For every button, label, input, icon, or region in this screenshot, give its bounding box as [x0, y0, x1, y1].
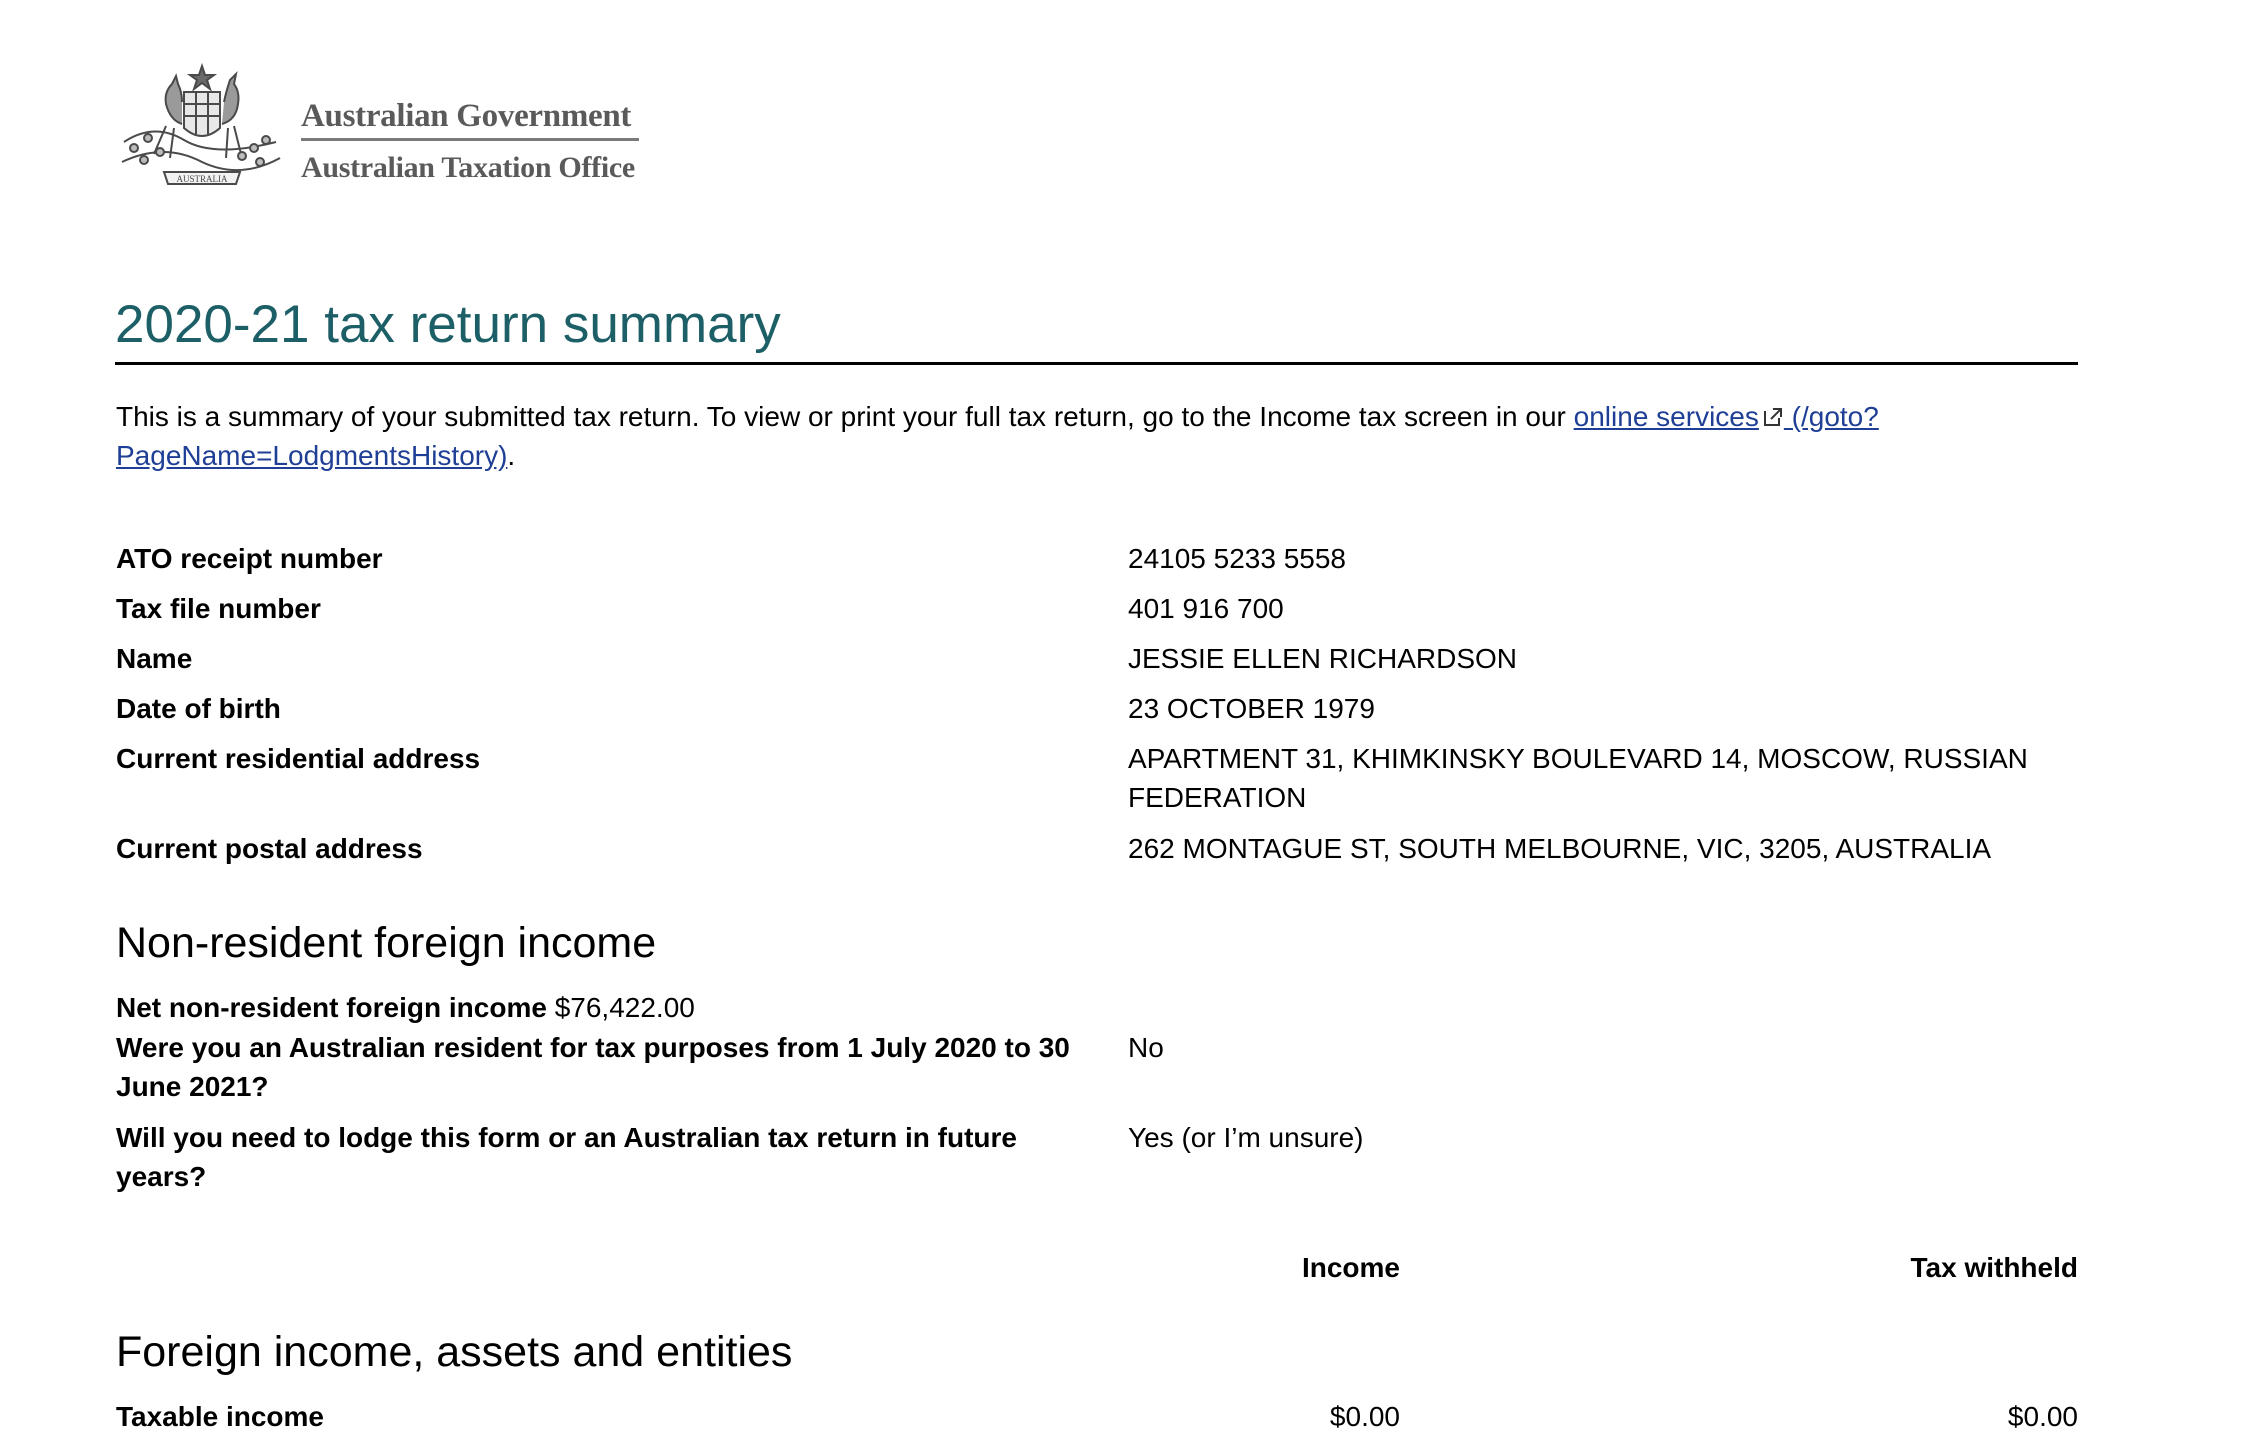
- dob-label: Date of birth: [116, 693, 281, 724]
- receipt-number-label: ATO receipt number: [116, 543, 383, 574]
- ato-logo: AUSTRALIA Australian Government Australi…: [114, 62, 644, 194]
- non-resident-heading: Non-resident foreign income: [116, 919, 657, 967]
- future-lodge-question-label: Will you need to lodge this form or an A…: [116, 1122, 1018, 1192]
- tax-return-summary-page: AUSTRALIA Australian Government Australi…: [0, 0, 2256, 1441]
- intro-paragraph: This is a summary of your submitted tax …: [116, 397, 2076, 475]
- taxable-income-income-value: $0.00: [1329, 1401, 1400, 1432]
- tfn-label: Tax file number: [116, 593, 321, 624]
- crest-scroll-text: AUSTRALIA: [177, 174, 228, 184]
- taxable-income-label: Taxable income: [116, 1401, 325, 1432]
- resident-question-label: Were you an Australian resident for tax …: [116, 1032, 1070, 1102]
- dob-row: Date of birth: [116, 689, 281, 728]
- logo-wordmark: Australian Government Australian Taxatio…: [301, 96, 641, 187]
- org-name-ato: Australian Taxation Office: [301, 151, 635, 184]
- name-row: Name: [116, 639, 192, 678]
- taxable-income-row: Taxable income: [116, 1397, 324, 1436]
- tfn-row: Tax file number: [116, 589, 321, 628]
- dob-value: 23 OCTOBER 1979: [1128, 693, 1375, 724]
- taxable-income-tax-withheld-value: $0.00: [2007, 1401, 2078, 1432]
- future-lodge-question-row: Will you need to lodge this form or an A…: [116, 1118, 1076, 1196]
- org-name-government: Australian Government: [301, 98, 632, 134]
- postal-address-label: Current postal address: [116, 833, 423, 864]
- tfn-value: 401 916 700: [1128, 593, 1284, 624]
- tax-withheld-column-header: Tax withheld: [1910, 1252, 2079, 1283]
- foreign-income-heading: Foreign income, assets and entities: [116, 1328, 793, 1376]
- postal-address-row: Current postal address: [116, 829, 423, 868]
- coat-of-arms-icon: AUSTRALIA: [121, 62, 281, 185]
- postal-address-value: 262 MONTAGUE ST, SOUTH MELBOURNE, VIC, 3…: [1128, 833, 1992, 864]
- net-foreign-income-label: Net non-resident foreign income: [116, 992, 547, 1023]
- residential-address-row: Current residential address: [116, 739, 480, 778]
- logo-divider: [301, 138, 639, 141]
- resident-question-value: No: [1128, 1032, 1164, 1063]
- name-value: JESSIE ELLEN RICHARDSON: [1128, 643, 1517, 674]
- online-services-link-label: online services: [1573, 401, 1759, 432]
- receipt-number-row: ATO receipt number: [116, 539, 383, 578]
- residential-address-label: Current residential address: [116, 743, 481, 774]
- net-foreign-income-value: $76,422.00: [554, 992, 695, 1023]
- receipt-number-value: 24105 5233 5558: [1128, 543, 1346, 574]
- net-foreign-income-row: Net non-resident foreign income $76,422.…: [116, 988, 695, 1027]
- title-divider: [115, 362, 2078, 365]
- page-title: 2020-21 tax return summary: [115, 295, 781, 354]
- future-lodge-question-value: Yes (or I’m unsure): [1128, 1122, 1364, 1153]
- external-link-icon: [1763, 408, 1782, 426]
- intro-text: This is a summary of your submitted tax …: [116, 401, 1574, 432]
- name-label: Name: [116, 643, 193, 674]
- resident-question-row: Were you an Australian resident for tax …: [116, 1028, 1076, 1106]
- income-column-header: Income: [1301, 1252, 1400, 1283]
- residential-address-value: APARTMENT 31, KHIMKINSKY BOULEVARD 14, M…: [1128, 743, 2028, 813]
- intro-end: .: [507, 440, 516, 471]
